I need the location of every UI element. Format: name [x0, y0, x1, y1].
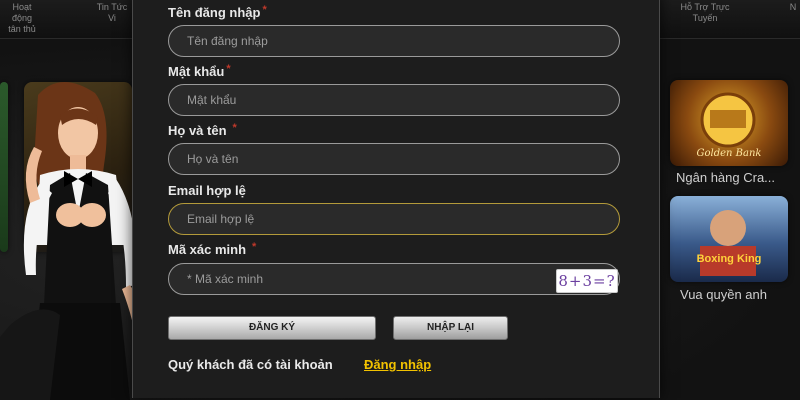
nav-item-activities[interactable]: Hoạt động tân thủ [2, 2, 42, 35]
fullname-label-text: Họ và tên [168, 123, 227, 138]
email-input[interactable] [168, 203, 620, 235]
email-label: Email hợp lệ [168, 183, 246, 198]
username-label-text: Tên đăng nhập [168, 5, 261, 20]
required-mark: * [262, 4, 267, 16]
game-label-golden-bank[interactable]: Ngân hàng Cra... [676, 170, 775, 185]
nav-item-activities-label: Hoạt động tân thủ [8, 2, 36, 34]
fullname-label: Họ và tên * [168, 122, 237, 138]
register-button[interactable]: ĐĂNG KÝ [168, 316, 376, 340]
nav-item-news[interactable]: Tin Tức Vi [92, 2, 132, 24]
password-label-text: Mật khẩu [168, 64, 225, 79]
boxing-king-artwork: Boxing King [697, 210, 762, 276]
password-label: Mật khẩu * [168, 63, 231, 79]
game-thumbnail-boxing-king[interactable]: Boxing King [670, 196, 788, 282]
login-link[interactable]: Đăng nhập [364, 357, 431, 372]
nav-item-more-label: N [789, 2, 797, 12]
username-label: Tên đăng nhập * [168, 4, 267, 20]
svg-text:Boxing King: Boxing King [697, 253, 762, 265]
required-mark: * [226, 63, 231, 75]
required-mark: * [232, 122, 237, 134]
game-label-boxing-king[interactable]: Vua quyền anh [680, 287, 767, 302]
reset-button[interactable]: NHẬP LẠI [393, 316, 508, 340]
game-thumbnail-golden-bank[interactable]: Golden Bank [670, 80, 788, 166]
golden-bank-artwork: Golden Bank [697, 92, 762, 159]
have-account-text: Quý khách đã có tài khoản [168, 357, 333, 372]
password-input[interactable] [168, 84, 620, 116]
captcha-image[interactable]: 8+3=? [556, 269, 618, 293]
captcha-label: Mã xác minh * [168, 241, 257, 257]
nav-item-news-label: Tin Tức Vi [96, 2, 128, 23]
svg-text:Golden Bank: Golden Bank [697, 148, 762, 159]
captcha-input[interactable] [168, 263, 620, 295]
nav-item-support[interactable]: Hỗ Trợ Trực Tuyến [675, 2, 735, 24]
nav-item-more[interactable]: N [786, 2, 800, 13]
required-mark: * [252, 241, 257, 253]
nav-item-support-label: Hỗ Trợ Trực Tuyến [680, 2, 730, 23]
captcha-label-text: Mã xác minh [168, 242, 247, 257]
fullname-input[interactable] [168, 143, 620, 175]
username-input[interactable] [168, 25, 620, 57]
